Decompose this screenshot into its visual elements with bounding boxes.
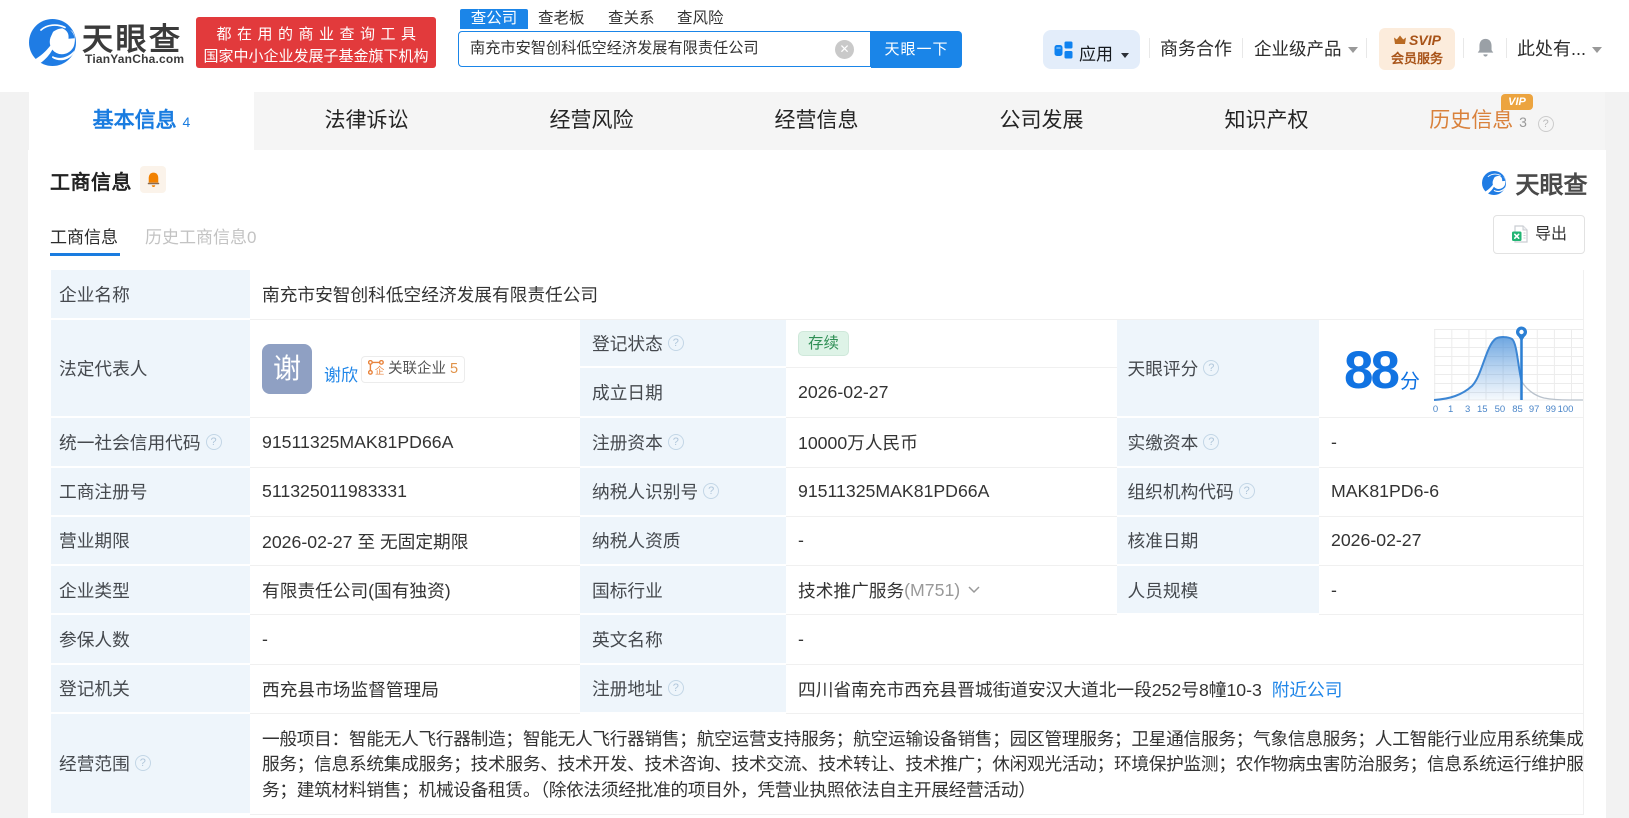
- svg-text:企: 企: [375, 365, 384, 375]
